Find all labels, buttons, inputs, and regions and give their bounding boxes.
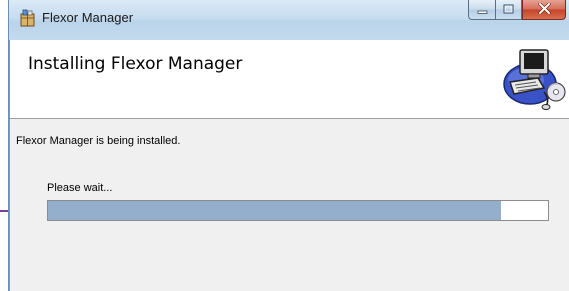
title-bar[interactable]: Flexor Manager bbox=[9, 0, 569, 40]
minimize-button[interactable] bbox=[468, 0, 495, 20]
window-title: Flexor Manager bbox=[42, 10, 134, 25]
progress-fill bbox=[48, 201, 501, 220]
installer-window: Flexor Manager Installing Flexor Manager… bbox=[8, 0, 569, 291]
installer-package-icon bbox=[18, 8, 38, 28]
page-title: Installing Flexor Manager bbox=[28, 54, 243, 74]
computer-setup-icon bbox=[500, 42, 566, 112]
caption-buttons bbox=[468, 0, 566, 20]
install-status-text: Flexor Manager is being installed. bbox=[16, 135, 181, 147]
minimize-icon bbox=[477, 1, 488, 19]
maximize-icon bbox=[503, 1, 514, 19]
please-wait-label: Please wait... bbox=[47, 182, 113, 194]
close-icon bbox=[537, 1, 551, 19]
dialog-content: Installing Flexor Manager Flexor Manager… bbox=[10, 40, 569, 291]
maximize-button[interactable] bbox=[495, 0, 522, 20]
install-progress-bar bbox=[47, 200, 549, 221]
window-left-border bbox=[9, 40, 10, 291]
close-button[interactable] bbox=[522, 0, 566, 20]
body-panel: Flexor Manager is being installed. Pleas… bbox=[10, 119, 569, 291]
header-banner: Installing Flexor Manager bbox=[10, 40, 569, 119]
